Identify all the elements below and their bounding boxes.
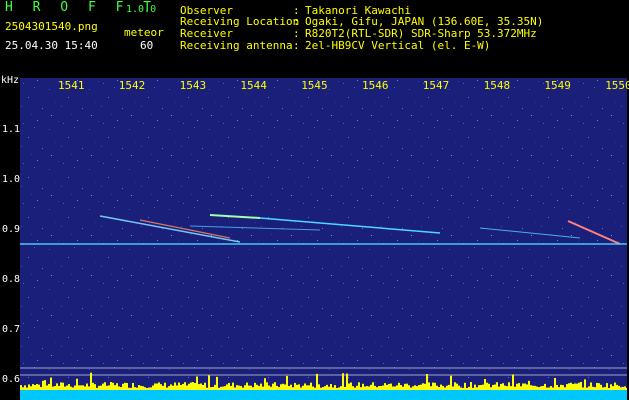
spectrogram-background xyxy=(20,78,627,400)
time-tick-label: 1549 xyxy=(544,79,571,92)
time-tick-label: 1543 xyxy=(179,79,207,92)
app-version: 1.0.0 xyxy=(126,4,157,15)
time-tick-label: 1548 xyxy=(483,79,511,92)
frequency-tick-label: 0.7 xyxy=(2,324,21,335)
level-baseline xyxy=(20,390,627,400)
time-tick-label: 1542 xyxy=(118,79,146,92)
time-tick-label: 1546 xyxy=(362,79,389,92)
time-tick-label: 1544 xyxy=(240,79,267,92)
frequency-tick-label: 1.1 xyxy=(2,124,21,135)
mode-label: meteor xyxy=(124,26,164,39)
frequency-unit-label: kHz xyxy=(1,75,20,86)
antenna-colon: : xyxy=(293,39,300,52)
frequency-tick-label: 0.9 xyxy=(2,224,21,235)
file-name: 2504301540.png xyxy=(5,20,98,33)
frequency-tick-label: 1.0 xyxy=(2,174,21,185)
header-panel: H R O F F T 1.0.0 2504301540.png meteor … xyxy=(0,0,629,56)
time-tick-label: 1547 xyxy=(422,79,450,92)
time-tick-label: 1545 xyxy=(301,79,328,92)
meteor-count: 60 xyxy=(140,39,154,52)
frequency-tick-label: 0.6 xyxy=(2,374,21,385)
time-tick-label: 1541 xyxy=(58,79,85,92)
frequency-tick-label: 0.8 xyxy=(2,274,21,285)
antenna-value: 2el-HB9CV Vertical (el. E-W) xyxy=(305,39,491,52)
spectrogram-plot xyxy=(20,78,627,400)
time-tick-label: 1550 xyxy=(605,79,629,92)
antenna-label: Receiving antenna xyxy=(180,39,293,52)
datetime-label: 25.04.30 15:40 xyxy=(5,39,98,52)
